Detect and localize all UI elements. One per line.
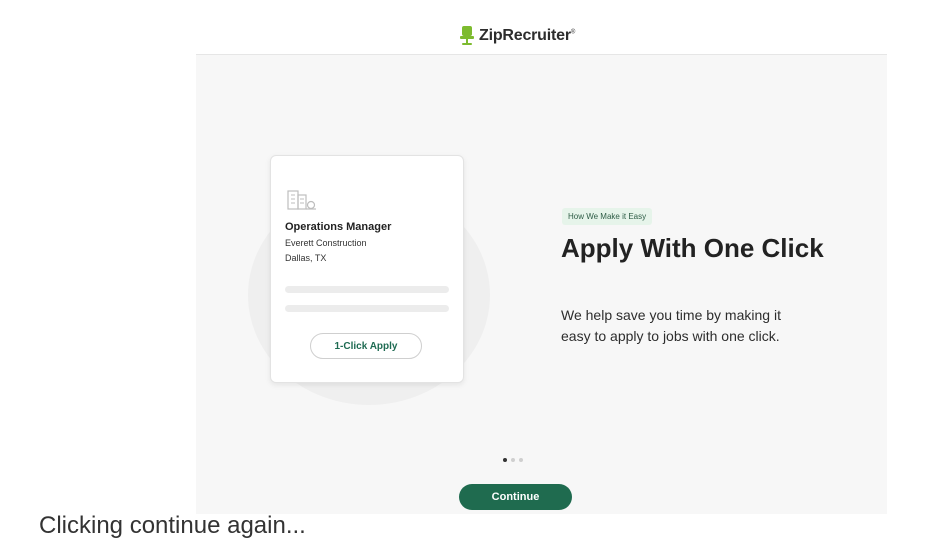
one-click-apply-button[interactable]: 1-Click Apply: [310, 333, 422, 359]
caption-text: Clicking continue again...: [39, 512, 306, 539]
job-card: Operations Manager Everett Construction …: [270, 155, 464, 383]
building-icon: [287, 190, 316, 210]
skeleton-line: [285, 305, 449, 312]
ziprecruiter-logo[interactable]: ZipRecruiter®: [458, 24, 575, 48]
pagination-dot-active[interactable]: [503, 458, 507, 462]
brand-name: ZipRecruiter®: [479, 27, 576, 44]
job-company: Everett Construction: [285, 238, 367, 248]
job-location: Dallas, TX: [285, 253, 327, 263]
pagination-dot[interactable]: [511, 458, 515, 462]
continue-button[interactable]: Continue: [459, 484, 572, 510]
skeleton-line: [285, 286, 449, 293]
job-title: Operations Manager: [285, 221, 392, 233]
page-description: We help save you time by making it easy …: [561, 307, 781, 344]
page-heading: Apply With One Click: [561, 233, 824, 263]
chair-icon: [460, 26, 474, 45]
pagination-dots: [503, 458, 523, 462]
pagination-dot[interactable]: [519, 458, 523, 462]
section-badge: How We Make it Easy: [562, 208, 653, 225]
